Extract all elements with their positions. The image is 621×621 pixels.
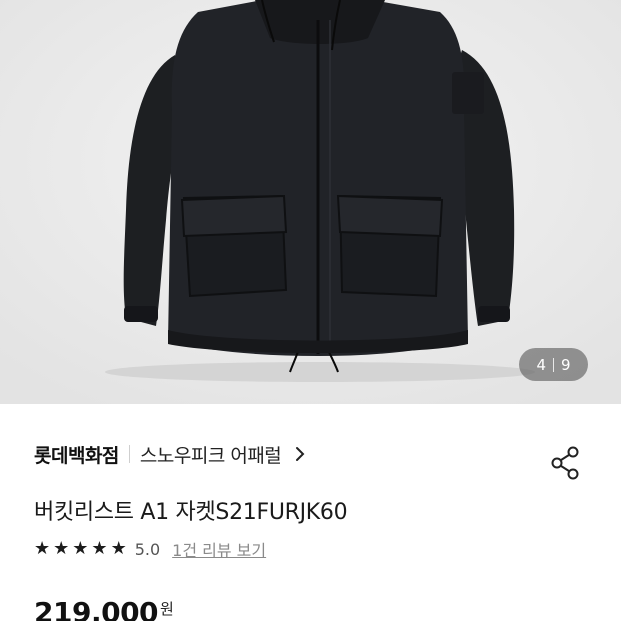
- star-icon: ★: [34, 538, 51, 559]
- rating-stars: ★ ★ ★ ★ ★: [34, 540, 130, 558]
- image-counter-current: 4: [536, 355, 546, 374]
- star-icon: ★: [53, 538, 70, 559]
- brand-name: 스노우피크 어패럴: [139, 444, 282, 467]
- price-currency: 원: [160, 600, 174, 618]
- image-counter: 4 9: [519, 348, 588, 381]
- product-title: 버킷리스트 A1 자켓S21FURJK60: [34, 500, 348, 525]
- price: 219,000: [34, 596, 159, 621]
- star-icon: ★: [110, 538, 127, 559]
- image-counter-separator: [553, 357, 554, 372]
- store-brand-row: 롯데백화점 스노우피크 어패럴: [34, 438, 307, 470]
- chevron-right-icon: [296, 447, 305, 461]
- store-divider: [128, 445, 130, 463]
- store-name: 롯데백화점: [34, 444, 119, 467]
- star-icon: ★: [72, 538, 89, 559]
- share-icon[interactable]: [548, 444, 582, 482]
- review-link[interactable]: 1건 리뷰 보기: [172, 537, 266, 561]
- rating-score: 5.0: [134, 539, 161, 559]
- rating-row: ★ ★ ★ ★ ★ 5.0 1건 리뷰 보기: [34, 536, 266, 562]
- product-jacket-image: [0, 0, 621, 404]
- brand-link[interactable]: 스노우피크 어패럴: [140, 441, 307, 468]
- product-image-gallery[interactable]: 4 9: [0, 0, 621, 404]
- star-icon: ★: [91, 538, 108, 559]
- price-row: 219,000 원: [34, 596, 174, 621]
- image-counter-total: 9: [561, 355, 571, 374]
